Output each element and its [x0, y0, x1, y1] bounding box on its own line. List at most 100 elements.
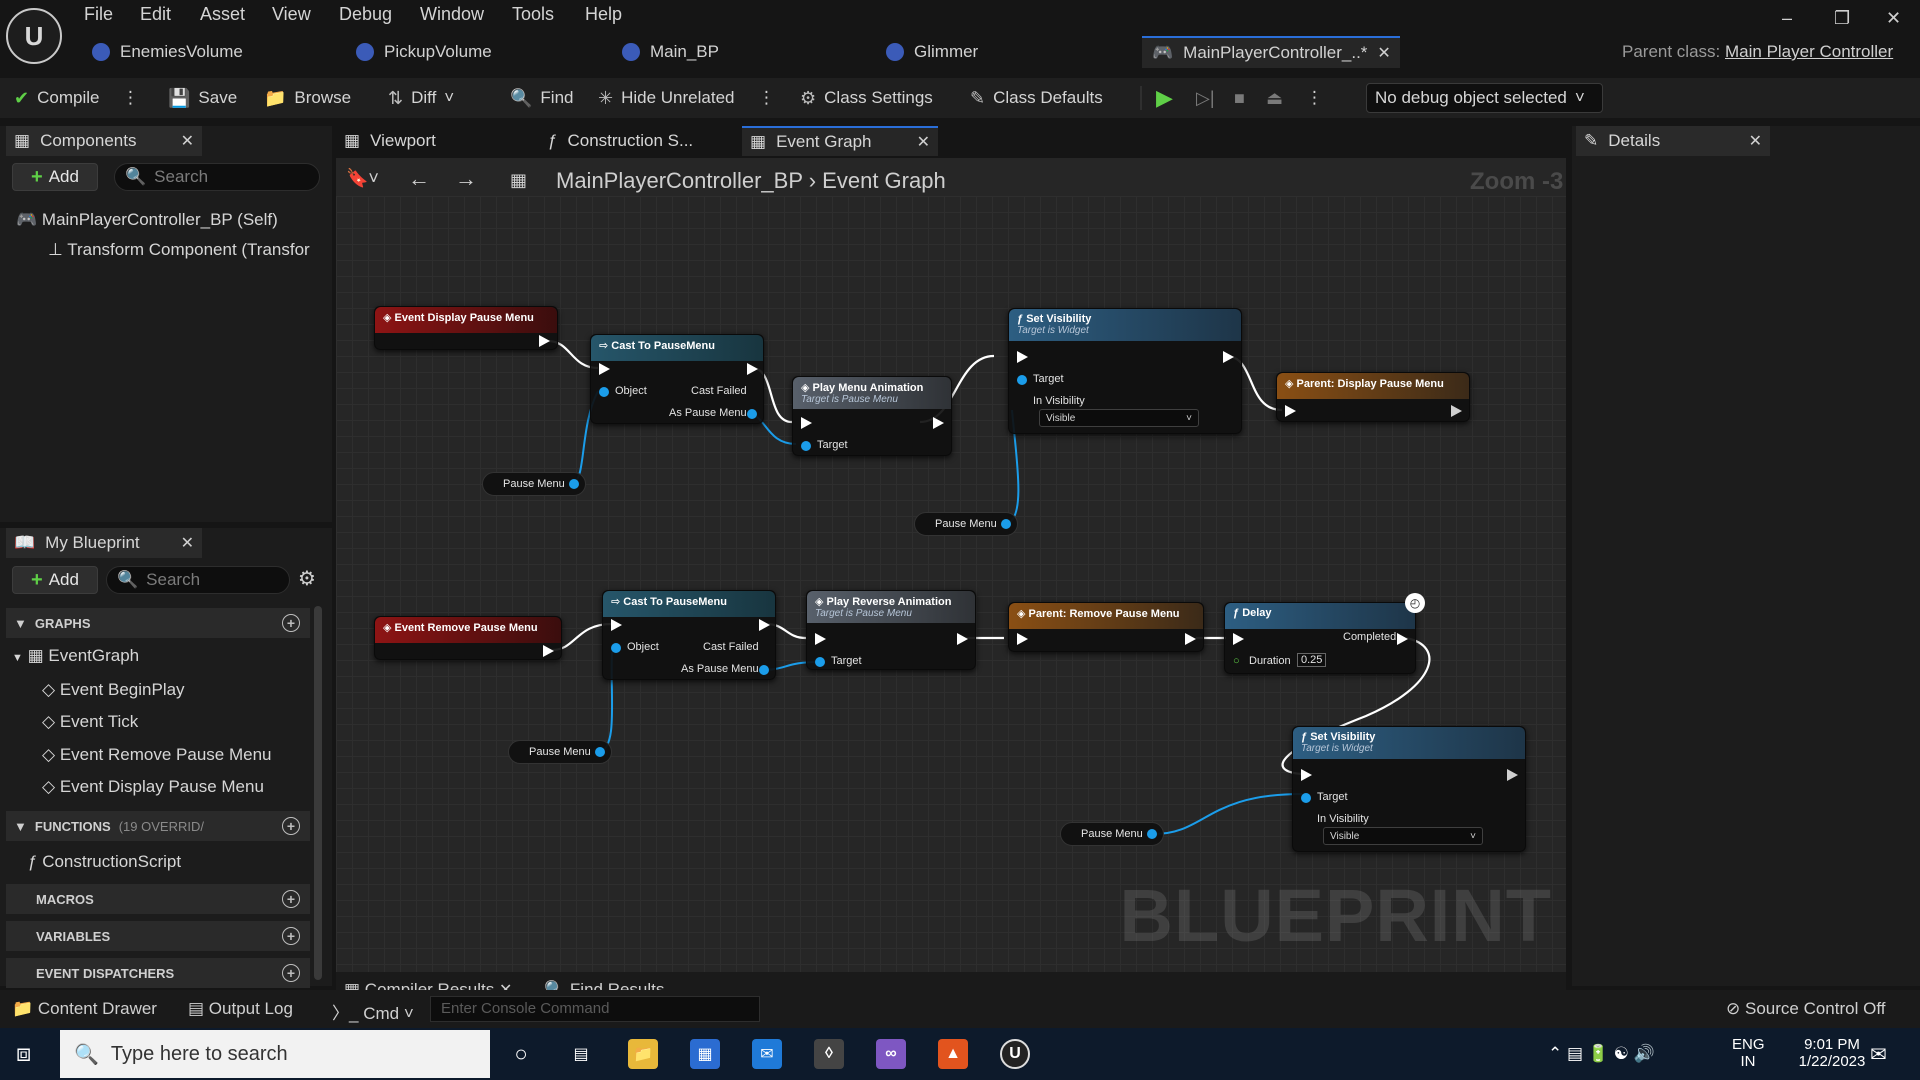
pause-menu-variable[interactable]: Pause Menu: [1060, 822, 1164, 846]
visibility-dropdown[interactable]: Visible ˅: [1323, 827, 1483, 845]
parent-remove-pause-menu-node[interactable]: ◈ Parent: Remove Pause Menu: [1008, 602, 1204, 652]
add-graph-icon[interactable]: +: [282, 614, 300, 632]
class-defaults-button[interactable]: ✎ Class Defaults: [970, 78, 1103, 118]
menu-help[interactable]: Help: [585, 4, 622, 26]
parent-display-pause-menu-node[interactable]: ◈ Parent: Display Pause Menu: [1276, 372, 1470, 422]
tab-event-graph[interactable]: ▦ Event Graph ✕: [742, 126, 938, 156]
close-icon[interactable]: ✕: [181, 131, 194, 151]
exec-output-pin[interactable]: [1507, 769, 1518, 781]
graph-eventgraph[interactable]: ▼ ▦ EventGraph: [12, 646, 139, 666]
debug-object-select[interactable]: No debug object selected ˅: [1366, 83, 1603, 113]
mail-icon[interactable]: ✉: [752, 1039, 782, 1069]
blueprint-search-input[interactable]: 🔍 Search: [106, 566, 290, 594]
function-constructionscript[interactable]: ƒ ConstructionScript: [28, 852, 181, 872]
settings-gear-icon[interactable]: ⚙: [298, 566, 316, 591]
menu-asset[interactable]: Asset: [200, 4, 245, 26]
notifications-icon[interactable]: ✉: [1870, 1042, 1887, 1067]
add-macro-icon[interactable]: +: [282, 890, 300, 908]
menu-tools[interactable]: Tools: [512, 4, 554, 26]
bookmark-icon[interactable]: 🔖˅: [346, 168, 379, 189]
duration-input[interactable]: 0.25: [1297, 653, 1327, 667]
variable-output-pin[interactable]: [1001, 519, 1011, 529]
graphs-section-header[interactable]: ▼ GRAPHS +: [6, 608, 310, 638]
hide-options-icon[interactable]: ⋮: [758, 78, 775, 118]
unreal-logo-icon[interactable]: U: [6, 8, 62, 64]
pause-menu-variable[interactable]: Pause Menu: [482, 472, 586, 496]
step-icon[interactable]: ▷|: [1196, 78, 1215, 118]
diff-button[interactable]: ⇅ Diff ˅: [388, 78, 454, 118]
event-remove-pause-menu-node[interactable]: ◈ Event Remove Pause Menu: [374, 616, 562, 660]
stop-icon[interactable]: ■: [1234, 78, 1245, 118]
unity-icon[interactable]: ◊: [814, 1039, 844, 1069]
exec-output-pin[interactable]: [543, 645, 554, 657]
close-icon[interactable]: ✕: [181, 533, 194, 553]
compile-button[interactable]: ✔ Compile: [14, 78, 99, 118]
class-settings-button[interactable]: ⚙ Class Settings: [800, 78, 933, 118]
pause-menu-variable[interactable]: Pause Menu: [508, 740, 612, 764]
functions-section-header[interactable]: ▼ FUNCTIONS (19 OVERRID/ +: [6, 811, 310, 841]
eject-icon[interactable]: ⏏: [1266, 78, 1283, 118]
event-graph-canvas[interactable]: ◈ Event Display Pause Menu ⇨ Cast To Pau…: [336, 196, 1566, 972]
dispatchers-section-header[interactable]: EVENT DISPATCHERS +: [6, 958, 310, 988]
delay-node[interactable]: ƒ Delay Completed ○ Duration 0.25 ◴: [1224, 593, 1425, 674]
event-beginplay[interactable]: ◇ Event BeginPlay: [42, 680, 185, 700]
close-icon[interactable]: ✕: [1377, 43, 1390, 63]
set-visibility-node[interactable]: ƒ Set Visibility Target is Widget Target …: [1292, 726, 1526, 852]
file-explorer-icon[interactable]: 📁: [628, 1039, 658, 1069]
variables-section-header[interactable]: VARIABLES +: [6, 921, 310, 951]
details-tab[interactable]: ✎ Details ✕: [1576, 126, 1770, 156]
exec-input-pin[interactable]: [1233, 633, 1244, 645]
menu-window[interactable]: Window: [420, 4, 484, 26]
exec-input-pin[interactable]: [1285, 405, 1296, 417]
components-tab[interactable]: ▦ Components ✕: [6, 126, 202, 156]
exec-output-pin[interactable]: [759, 619, 770, 631]
component-transform[interactable]: ⊥ Transform Component (Transfor: [48, 240, 310, 260]
close-icon[interactable]: ✕: [1749, 131, 1762, 151]
tab-construction-script[interactable]: ƒ Construction S...: [540, 126, 736, 156]
play-icon[interactable]: ▶: [1156, 78, 1173, 118]
play-menu-animation-node[interactable]: ◈ Play Menu Animation Target is Pause Men…: [792, 376, 952, 456]
menu-edit[interactable]: Edit: [140, 4, 171, 26]
as-pause-menu-pin[interactable]: [759, 665, 769, 675]
close-icon[interactable]: ✕: [917, 132, 930, 152]
visual-studio-icon[interactable]: ∞: [876, 1039, 906, 1069]
language-indicator[interactable]: ENG IN: [1732, 1036, 1765, 1070]
variable-output-pin[interactable]: [1147, 829, 1157, 839]
menu-file[interactable]: File: [84, 4, 113, 26]
taskbar-search-input[interactable]: 🔍 Type here to search: [60, 1030, 490, 1078]
add-dispatcher-icon[interactable]: +: [282, 964, 300, 982]
doc-tab-main-bp[interactable]: Main_BP: [622, 36, 719, 68]
cast-to-pausemenu-node[interactable]: ⇨ Cast To PauseMenu Object Cast Failed A…: [590, 334, 764, 424]
exec-output-pin[interactable]: [539, 335, 550, 347]
blueprint-add-button[interactable]: + Add: [12, 566, 98, 594]
target-pin[interactable]: [1301, 793, 1311, 803]
output-log-button[interactable]: ▤ Output Log: [188, 999, 293, 1019]
exec-output-pin[interactable]: [933, 417, 944, 429]
scrollbar[interactable]: [314, 606, 322, 980]
doc-tab-enemiesvolume[interactable]: EnemiesVolume: [92, 36, 243, 68]
menu-debug[interactable]: Debug: [339, 4, 392, 26]
save-button[interactable]: 💾 Save: [168, 78, 237, 118]
breadcrumb-root[interactable]: MainPlayerController_BP: [556, 168, 803, 193]
minimize-icon[interactable]: –: [1782, 8, 1792, 29]
compile-options-icon[interactable]: ⋮: [122, 78, 139, 118]
event-display-pause-menu[interactable]: ◇ Event Display Pause Menu: [42, 777, 264, 797]
pause-menu-variable[interactable]: Pause Menu: [914, 512, 1018, 536]
exec-output-pin[interactable]: [1451, 405, 1462, 417]
exec-output-pin[interactable]: [747, 363, 758, 375]
play-reverse-animation-node[interactable]: ◈ Play Reverse Animation Target is Pause …: [806, 590, 976, 670]
visibility-dropdown[interactable]: Visible ˅: [1039, 409, 1199, 427]
exec-output-pin[interactable]: [957, 633, 968, 645]
menu-view[interactable]: View: [272, 4, 311, 26]
unreal-engine-taskbar-icon[interactable]: U: [1000, 1039, 1030, 1069]
back-arrow-icon[interactable]: ←: [408, 166, 430, 192]
restore-icon[interactable]: ❐: [1834, 8, 1850, 29]
set-visibility-node[interactable]: ƒ Set Visibility Target is Widget Target …: [1008, 308, 1242, 434]
add-function-icon[interactable]: +: [282, 817, 300, 835]
brave-browser-icon[interactable]: ▲: [938, 1039, 968, 1069]
tab-viewport[interactable]: ▦ Viewport: [336, 126, 532, 156]
console-input[interactable]: Enter Console Command: [430, 996, 760, 1022]
exec-input-pin[interactable]: [611, 619, 622, 631]
target-pin[interactable]: [815, 657, 825, 667]
cortana-icon[interactable]: ○: [506, 1039, 536, 1069]
